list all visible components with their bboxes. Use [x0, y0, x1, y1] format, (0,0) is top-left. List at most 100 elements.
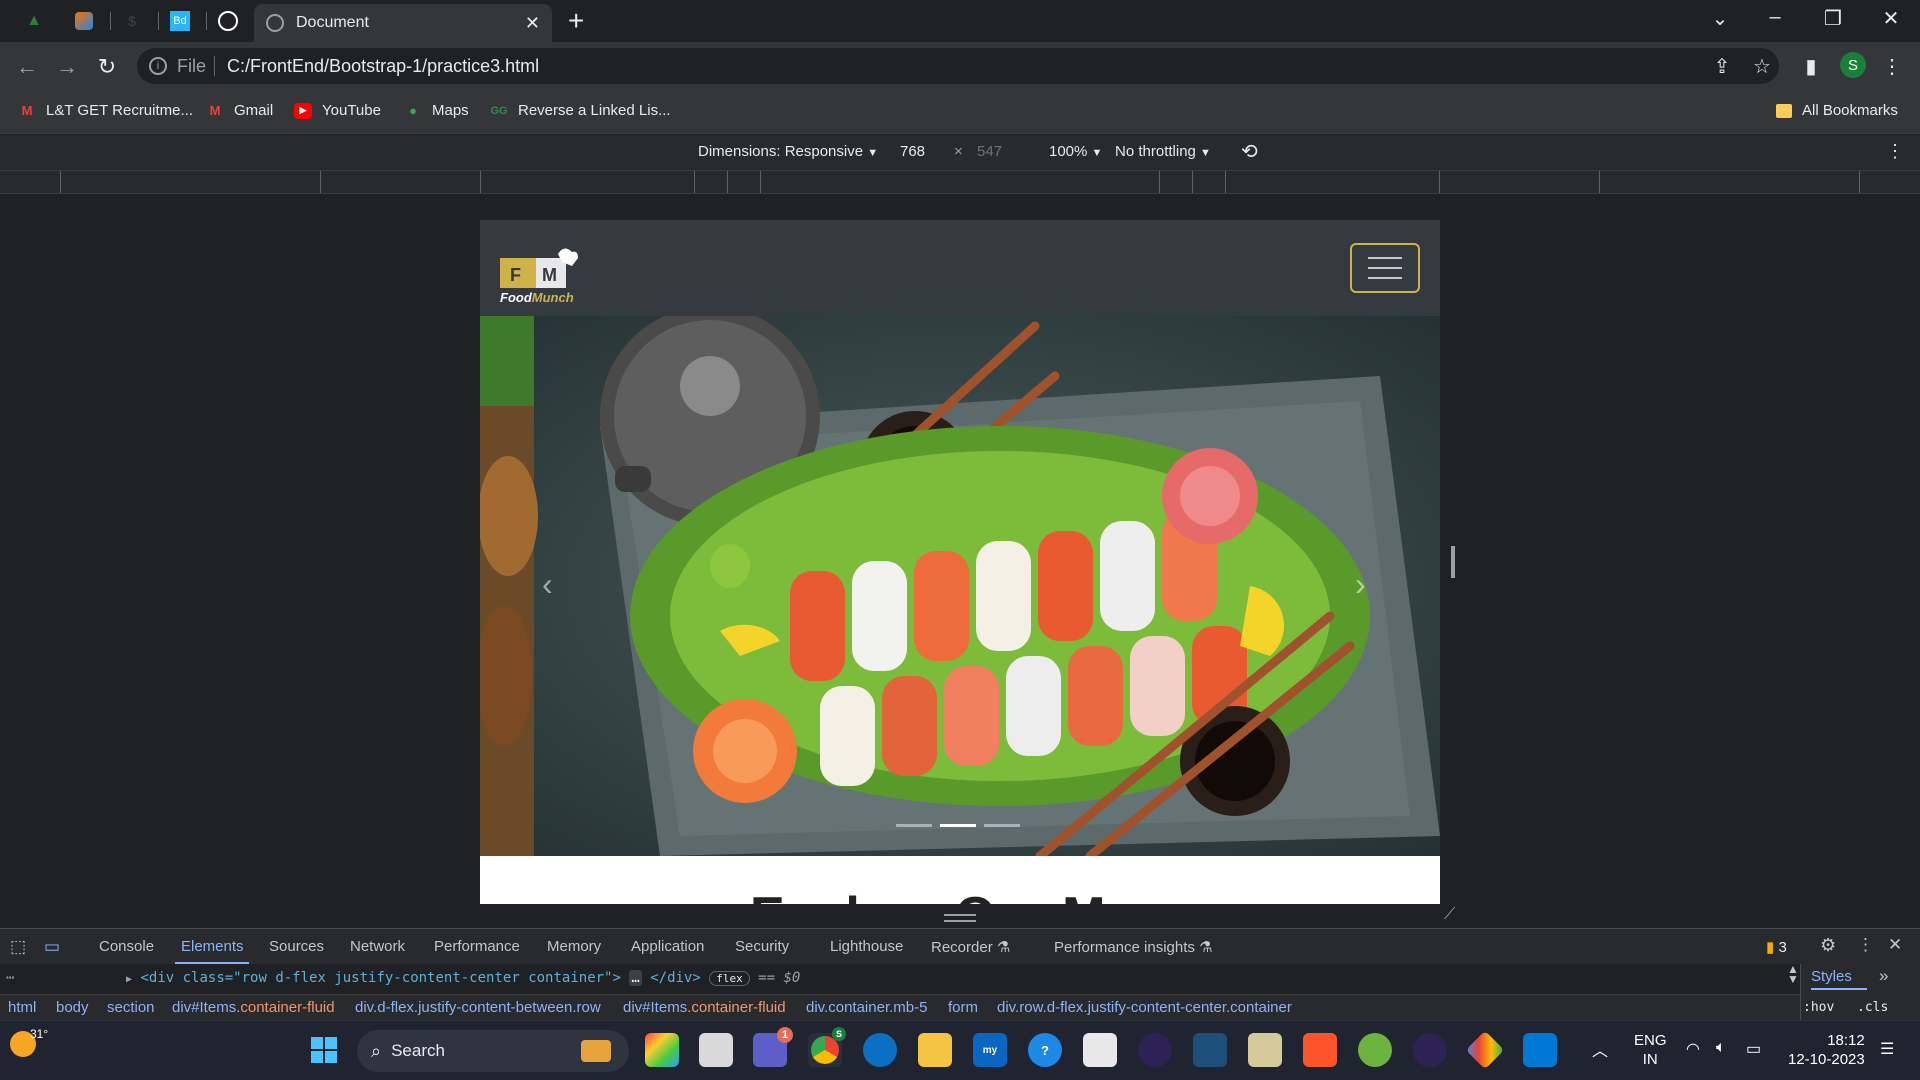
wifi-icon[interactable]: ◠ [1686, 1039, 1700, 1059]
crumb-div-items-1[interactable]: div#Items.container-fluid [172, 999, 335, 1016]
mysql-workbench-icon[interactable]: my [973, 1033, 1007, 1067]
edge-icon[interactable] [863, 1033, 897, 1067]
carousel-indicator-1[interactable] [896, 824, 932, 827]
pinned-tab-dollar[interactable]: $ [112, 6, 152, 36]
spring-tools-icon[interactable] [1358, 1033, 1392, 1067]
eclipse-ee-icon[interactable] [1413, 1033, 1447, 1067]
dimensions-dropdown[interactable]: Dimensions: Responsive ▼ [698, 143, 878, 160]
eclipse-icon[interactable] [1138, 1033, 1172, 1067]
tab-performance[interactable]: Performance [434, 938, 520, 955]
cls-toggle[interactable]: .cls [1857, 1000, 1888, 1015]
tab-security[interactable]: Security [735, 938, 789, 955]
url-text[interactable]: C:/FrontEnd/Bootstrap-1/practice3.html [227, 56, 539, 77]
crumb-section[interactable]: section [107, 999, 155, 1016]
device-more-icon[interactable]: ⋮ [1886, 141, 1904, 162]
tray-chevron-up-icon[interactable]: ︿ [1592, 1037, 1608, 1061]
tab-console[interactable]: Console [99, 938, 154, 955]
bookmark-gmail[interactable]: M Gmail [206, 102, 274, 119]
file-explorer-icon[interactable] [918, 1033, 952, 1067]
restore-button[interactable]: ❐ [1818, 6, 1848, 31]
crumb-div-items-2[interactable]: div#Items.container-fluid [623, 999, 786, 1016]
node-collapsed-ellipsis[interactable]: … [629, 970, 642, 986]
store-icon[interactable] [1083, 1033, 1117, 1067]
carousel-next-icon[interactable]: › [1355, 566, 1366, 603]
address-bar[interactable]: i File C:/FrontEnd/Bootstrap-1/practice3… [137, 48, 1779, 84]
clock[interactable]: 18:12 12-10-2023 [1788, 1031, 1865, 1069]
devtools-more-icon[interactable]: ⋮ [1857, 935, 1874, 955]
tab-memory[interactable]: Memory [547, 938, 601, 955]
more-tabs-icon[interactable]: » [1879, 966, 1888, 986]
new-tab-button[interactable]: + [568, 7, 584, 35]
height-input[interactable]: 547 [977, 143, 1002, 160]
tab-application[interactable]: Application [631, 938, 704, 955]
info-icon[interactable]: i [149, 57, 167, 75]
zoom-dropdown[interactable]: 100% ▼ [1049, 143, 1102, 160]
speaker-icon[interactable]: 🔈︎ [1716, 1039, 1726, 1057]
crumb-form[interactable]: form [948, 999, 978, 1016]
bookmark-youtube[interactable]: ▶ YouTube [294, 102, 381, 119]
gemini-icon[interactable] [1465, 1030, 1505, 1070]
crumb-div-container[interactable]: div.container.mb-5 [806, 999, 927, 1016]
active-tab[interactable]: Document ✕ [254, 4, 552, 42]
chrome-icon[interactable]: S [808, 1027, 846, 1067]
menu-kebab-icon[interactable]: ⋮ [1878, 54, 1906, 79]
weather-widget[interactable]: 31° [10, 1027, 48, 1062]
pinned-tab-coin[interactable]: ▲ [14, 6, 54, 36]
panel-scroll-arrows-icon[interactable]: ▲ ▼ [1787, 963, 1799, 985]
bookmark-reverse-linked-list[interactable]: GG Reverse a Linked Lis... [490, 102, 670, 119]
profile-avatar[interactable]: S [1840, 52, 1866, 78]
tab-recorder[interactable]: Recorder ⚗ [931, 938, 1010, 956]
tab-search-chevron-icon[interactable]: ⌄ [1705, 6, 1735, 31]
battery-icon[interactable]: ▭ [1746, 1039, 1761, 1059]
pinned-tab-bd[interactable]: Bd [160, 6, 200, 36]
width-input[interactable]: 768 [900, 143, 925, 160]
back-button[interactable]: ← [12, 54, 42, 80]
task-view-icon[interactable] [699, 1033, 733, 1067]
styles-tab[interactable]: Styles [1811, 968, 1852, 985]
tab-sources[interactable]: Sources [269, 938, 324, 955]
remote-desktop-icon[interactable] [1193, 1033, 1227, 1067]
crumb-body[interactable]: body [56, 999, 89, 1016]
viewport-resize-handle-right[interactable] [1451, 546, 1455, 578]
share-icon[interactable]: ⇪ [1708, 54, 1736, 79]
issues-counter[interactable]: ▮ 3 [1766, 938, 1787, 956]
rotate-icon[interactable]: ⟲ [1241, 139, 1258, 164]
viewport-resize-corner-icon[interactable]: ⟋ [1444, 906, 1455, 924]
language-indicator[interactable]: ENG IN [1634, 1031, 1667, 1069]
brave-icon[interactable] [1303, 1033, 1337, 1067]
taskbar-search[interactable]: ⌕ Search [357, 1030, 629, 1072]
carousel-prev-icon[interactable]: ‹ [542, 566, 553, 603]
tab-close-icon[interactable]: ✕ [525, 13, 540, 34]
settings-gear-icon[interactable]: ⚙ [1820, 935, 1836, 956]
navbar-toggler-button[interactable] [1350, 243, 1420, 293]
tab-performance-insights[interactable]: Performance insights ⚗ [1054, 938, 1213, 956]
all-bookmarks[interactable]: All Bookmarks [1776, 102, 1898, 119]
carousel-indicator-2[interactable] [940, 824, 976, 827]
start-button[interactable] [307, 1033, 341, 1067]
bookmark-star-icon[interactable]: ☆ [1748, 54, 1776, 79]
bookmark-lt[interactable]: M L&T GET Recruitme... [18, 102, 193, 119]
flex-badge[interactable]: flex [709, 971, 750, 986]
tab-network[interactable]: Network [350, 938, 405, 955]
tab-elements[interactable]: Elements [181, 938, 244, 955]
close-window-button[interactable]: ✕ [1876, 6, 1906, 31]
forward-button[interactable]: → [52, 54, 82, 80]
dom-ellipsis[interactable]: ⋯ [6, 970, 14, 986]
pinned-tab-openai[interactable] [208, 6, 248, 36]
vscode-icon[interactable] [1523, 1033, 1557, 1067]
bookmark-maps[interactable]: ● Maps [404, 102, 469, 119]
tab-lighthouse[interactable]: Lighthouse [830, 938, 903, 955]
carousel-indicator-3[interactable] [984, 824, 1020, 827]
copilot-icon[interactable] [645, 1033, 679, 1067]
crumb-html[interactable]: html [8, 999, 36, 1016]
side-panel-icon[interactable]: ▮ [1797, 54, 1825, 79]
viewport-resize-handle-bottom[interactable] [944, 914, 976, 922]
hov-toggle[interactable]: :hov [1803, 1000, 1834, 1015]
throttling-dropdown[interactable]: No throttling ▼ [1115, 143, 1211, 160]
crumb-div-dflex[interactable]: div.d-flex.justify-content-between.row [355, 999, 601, 1016]
minimize-button[interactable]: – [1760, 6, 1790, 29]
reload-button[interactable]: ↻ [92, 54, 122, 80]
notifications-icon[interactable]: ☰ [1880, 1039, 1894, 1059]
help-icon[interactable]: ? [1028, 1033, 1062, 1067]
teams-icon[interactable]: 1 [753, 1027, 793, 1067]
